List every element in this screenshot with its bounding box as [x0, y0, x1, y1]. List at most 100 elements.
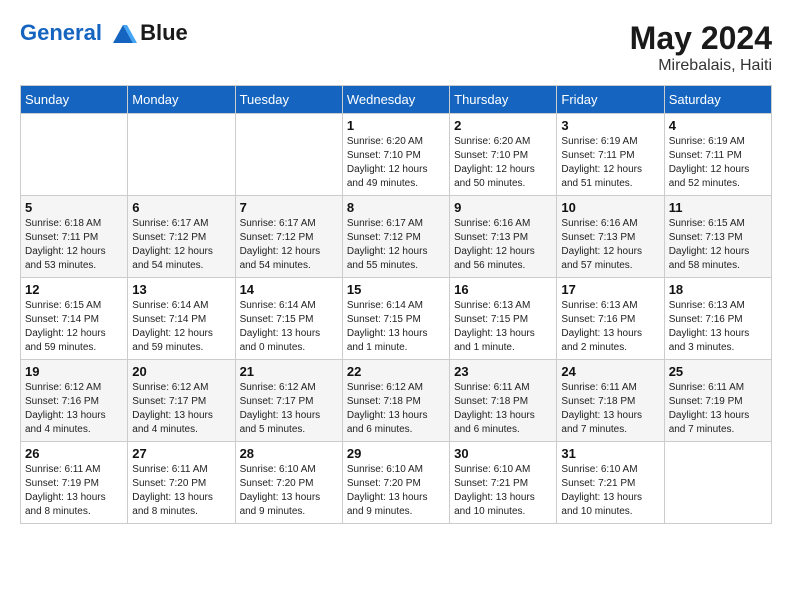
calendar-cell: 5 Sunrise: 6:18 AM Sunset: 7:11 PM Daylig…: [21, 196, 128, 278]
day-detail: Sunrise: 6:16 AM Sunset: 7:13 PM Dayligh…: [454, 217, 552, 273]
day-detail: Sunrise: 6:14 AM Sunset: 7:15 PM Dayligh…: [347, 299, 445, 355]
day-number: 29: [347, 446, 445, 461]
day-number: 6: [132, 200, 230, 215]
day-number: 8: [347, 200, 445, 215]
day-detail: Sunrise: 6:11 AM Sunset: 7:20 PM Dayligh…: [132, 463, 230, 519]
day-number: 24: [561, 364, 659, 379]
day-detail: Sunrise: 6:11 AM Sunset: 7:18 PM Dayligh…: [454, 381, 552, 437]
month-title: May 2024: [630, 20, 772, 57]
day-number: 31: [561, 446, 659, 461]
day-number: 25: [669, 364, 767, 379]
day-detail: Sunrise: 6:13 AM Sunset: 7:16 PM Dayligh…: [669, 299, 767, 355]
logo-text: General: [20, 20, 138, 45]
calendar-cell: 8 Sunrise: 6:17 AM Sunset: 7:12 PM Daylig…: [342, 196, 449, 278]
week-row-4: 19 Sunrise: 6:12 AM Sunset: 7:16 PM Dayli…: [21, 360, 772, 442]
day-detail: Sunrise: 6:12 AM Sunset: 7:17 PM Dayligh…: [240, 381, 338, 437]
logo-icon: [109, 23, 137, 45]
day-number: 16: [454, 282, 552, 297]
calendar-cell: 22 Sunrise: 6:12 AM Sunset: 7:18 PM Dayli…: [342, 360, 449, 442]
day-detail: Sunrise: 6:12 AM Sunset: 7:18 PM Dayligh…: [347, 381, 445, 437]
day-detail: Sunrise: 6:13 AM Sunset: 7:15 PM Dayligh…: [454, 299, 552, 355]
calendar-cell: 3 Sunrise: 6:19 AM Sunset: 7:11 PM Daylig…: [557, 114, 664, 196]
calendar-cell: [21, 114, 128, 196]
day-number: 27: [132, 446, 230, 461]
week-row-2: 5 Sunrise: 6:18 AM Sunset: 7:11 PM Daylig…: [21, 196, 772, 278]
day-number: 1: [347, 118, 445, 133]
day-detail: Sunrise: 6:10 AM Sunset: 7:20 PM Dayligh…: [240, 463, 338, 519]
week-row-3: 12Sunrise: 6:15 AM Sunset: 7:14 PM Dayli…: [21, 278, 772, 360]
day-header-thursday: Thursday: [450, 86, 557, 114]
day-number: 2: [454, 118, 552, 133]
day-number: 23: [454, 364, 552, 379]
day-detail: Sunrise: 6:11 AM Sunset: 7:18 PM Dayligh…: [561, 381, 659, 437]
day-detail: Sunrise: 6:10 AM Sunset: 7:21 PM Dayligh…: [561, 463, 659, 519]
week-row-1: 1 Sunrise: 6:20 AM Sunset: 7:10 PM Daylig…: [21, 114, 772, 196]
day-number: 10: [561, 200, 659, 215]
header-row: SundayMondayTuesdayWednesdayThursdayFrid…: [21, 86, 772, 114]
calendar-cell: 10Sunrise: 6:16 AM Sunset: 7:13 PM Dayli…: [557, 196, 664, 278]
day-detail: Sunrise: 6:20 AM Sunset: 7:10 PM Dayligh…: [347, 135, 445, 191]
day-number: 5: [25, 200, 123, 215]
title-block: May 2024 Mirebalais, Haiti: [630, 20, 772, 75]
calendar-cell: 26 Sunrise: 6:11 AM Sunset: 7:19 PM Dayli…: [21, 442, 128, 524]
day-detail: Sunrise: 6:17 AM Sunset: 7:12 PM Dayligh…: [347, 217, 445, 273]
calendar-cell: 12Sunrise: 6:15 AM Sunset: 7:14 PM Dayli…: [21, 278, 128, 360]
day-detail: Sunrise: 6:20 AM Sunset: 7:10 PM Dayligh…: [454, 135, 552, 191]
calendar-cell: 2 Sunrise: 6:20 AM Sunset: 7:10 PM Daylig…: [450, 114, 557, 196]
day-detail: Sunrise: 6:14 AM Sunset: 7:15 PM Dayligh…: [240, 299, 338, 355]
calendar-cell: 17Sunrise: 6:13 AM Sunset: 7:16 PM Dayli…: [557, 278, 664, 360]
day-detail: Sunrise: 6:15 AM Sunset: 7:13 PM Dayligh…: [669, 217, 767, 273]
calendar-cell: 7Sunrise: 6:17 AM Sunset: 7:12 PM Daylig…: [235, 196, 342, 278]
calendar-cell: 4 Sunrise: 6:19 AM Sunset: 7:11 PM Daylig…: [664, 114, 771, 196]
calendar-cell: [235, 114, 342, 196]
day-detail: Sunrise: 6:12 AM Sunset: 7:16 PM Dayligh…: [25, 381, 123, 437]
day-number: 20: [132, 364, 230, 379]
day-detail: Sunrise: 6:19 AM Sunset: 7:11 PM Dayligh…: [669, 135, 767, 191]
calendar-cell: 15 Sunrise: 6:14 AM Sunset: 7:15 PM Dayli…: [342, 278, 449, 360]
day-header-friday: Friday: [557, 86, 664, 114]
day-detail: Sunrise: 6:17 AM Sunset: 7:12 PM Dayligh…: [240, 217, 338, 273]
day-number: 15: [347, 282, 445, 297]
week-row-5: 26 Sunrise: 6:11 AM Sunset: 7:19 PM Dayli…: [21, 442, 772, 524]
calendar-cell: [664, 442, 771, 524]
day-number: 12: [25, 282, 123, 297]
day-number: 4: [669, 118, 767, 133]
day-detail: Sunrise: 6:11 AM Sunset: 7:19 PM Dayligh…: [669, 381, 767, 437]
calendar-cell: 21 Sunrise: 6:12 AM Sunset: 7:17 PM Dayli…: [235, 360, 342, 442]
day-detail: Sunrise: 6:19 AM Sunset: 7:11 PM Dayligh…: [561, 135, 659, 191]
day-header-saturday: Saturday: [664, 86, 771, 114]
day-number: 11: [669, 200, 767, 215]
calendar-cell: 30Sunrise: 6:10 AM Sunset: 7:21 PM Dayli…: [450, 442, 557, 524]
day-number: 14: [240, 282, 338, 297]
calendar-cell: 14 Sunrise: 6:14 AM Sunset: 7:15 PM Dayli…: [235, 278, 342, 360]
calendar-cell: 11 Sunrise: 6:15 AM Sunset: 7:13 PM Dayli…: [664, 196, 771, 278]
calendar-cell: 31 Sunrise: 6:10 AM Sunset: 7:21 PM Dayli…: [557, 442, 664, 524]
logo-blue-text: Blue: [140, 20, 188, 45]
day-number: 30: [454, 446, 552, 461]
day-number: 28: [240, 446, 338, 461]
day-header-tuesday: Tuesday: [235, 86, 342, 114]
calendar-cell: 6Sunrise: 6:17 AM Sunset: 7:12 PM Daylig…: [128, 196, 235, 278]
day-number: 26: [25, 446, 123, 461]
calendar-cell: 23 Sunrise: 6:11 AM Sunset: 7:18 PM Dayli…: [450, 360, 557, 442]
location-subtitle: Mirebalais, Haiti: [630, 57, 772, 75]
calendar-table: SundayMondayTuesdayWednesdayThursdayFrid…: [20, 85, 772, 524]
day-detail: Sunrise: 6:10 AM Sunset: 7:20 PM Dayligh…: [347, 463, 445, 519]
calendar-cell: 19 Sunrise: 6:12 AM Sunset: 7:16 PM Dayli…: [21, 360, 128, 442]
calendar-cell: 28 Sunrise: 6:10 AM Sunset: 7:20 PM Dayli…: [235, 442, 342, 524]
calendar-cell: 9 Sunrise: 6:16 AM Sunset: 7:13 PM Daylig…: [450, 196, 557, 278]
day-number: 22: [347, 364, 445, 379]
calendar-cell: 1 Sunrise: 6:20 AM Sunset: 7:10 PM Daylig…: [342, 114, 449, 196]
day-number: 21: [240, 364, 338, 379]
day-header-monday: Monday: [128, 86, 235, 114]
day-header-sunday: Sunday: [21, 86, 128, 114]
day-detail: Sunrise: 6:18 AM Sunset: 7:11 PM Dayligh…: [25, 217, 123, 273]
day-number: 19: [25, 364, 123, 379]
day-number: 9: [454, 200, 552, 215]
day-number: 3: [561, 118, 659, 133]
day-detail: Sunrise: 6:11 AM Sunset: 7:19 PM Dayligh…: [25, 463, 123, 519]
calendar-cell: 24 Sunrise: 6:11 AM Sunset: 7:18 PM Dayli…: [557, 360, 664, 442]
calendar-cell: 27 Sunrise: 6:11 AM Sunset: 7:20 PM Dayli…: [128, 442, 235, 524]
calendar-cell: [128, 114, 235, 196]
day-number: 13: [132, 282, 230, 297]
